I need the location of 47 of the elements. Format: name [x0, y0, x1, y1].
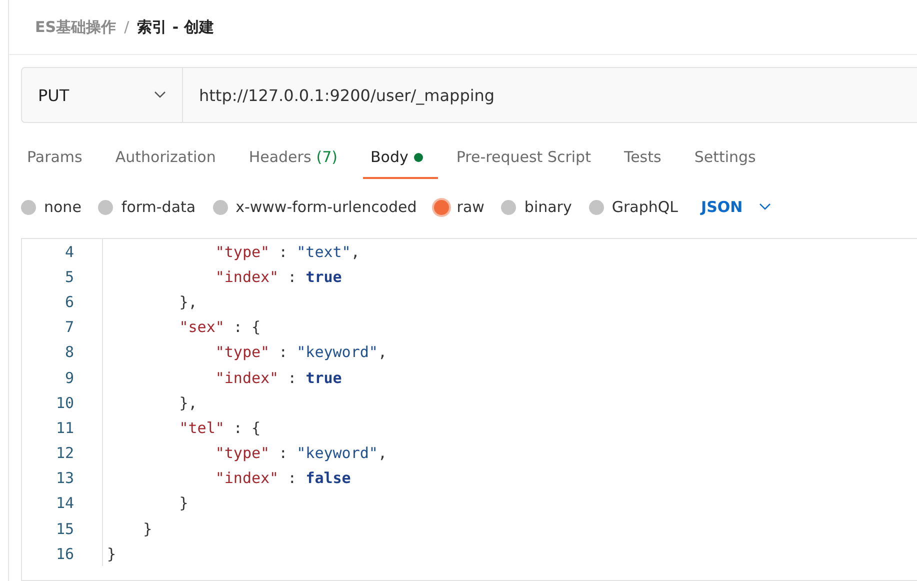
radio-option[interactable]: none [21, 198, 82, 216]
code-editor[interactable]: 4 "type" : "text", 5 "index" : true 6 }, 7 "sex" : { 8 "type" : "keyword", 9 "index" : true 10 }, 11 "tel" : { 12 "type" : "keyword", 13 "index" : false 14 } 15 } 16 } [21, 238, 917, 581]
breadcrumb-separator: / [124, 18, 130, 36]
url-field[interactable]: http://127.0.0.1:9200/user/_mapping [183, 67, 917, 123]
line-number: 4 [22, 239, 103, 264]
radio-option[interactable]: binary [501, 198, 572, 216]
line-number: 16 [22, 541, 103, 566]
line-number: 13 [22, 466, 103, 491]
tab[interactable]: Authorization [107, 137, 231, 179]
code-line: } [142, 520, 152, 538]
code-line: "type" : "keyword", [214, 444, 387, 462]
line-number: 12 [22, 440, 103, 466]
tab[interactable]: Body [362, 137, 438, 179]
line-number: 6 [22, 289, 103, 315]
line-number: 5 [22, 264, 103, 290]
chevron-down-icon [758, 203, 771, 211]
line-number: 8 [22, 340, 103, 365]
code-line: }, [178, 394, 198, 412]
code-line: "index" : true [214, 368, 342, 387]
tab[interactable]: Params [19, 137, 98, 179]
tab[interactable]: Settings [686, 137, 771, 179]
code-line: "type" : "text", [214, 242, 360, 261]
tab[interactable]: Headers (7) [240, 137, 353, 179]
line-number: 7 [22, 314, 103, 340]
code-line: "tel" : { [178, 418, 261, 437]
request-title: 索引 - 创建 [137, 18, 214, 36]
radio-option[interactable]: GraphQL [588, 198, 678, 216]
radio-option[interactable]: form-data [98, 198, 196, 216]
method-dropdown[interactable]: PUT [21, 67, 183, 123]
radio-option[interactable]: x-www-form-urlencoded [212, 198, 417, 216]
line-number: 14 [22, 490, 103, 516]
chevron-down-icon [154, 91, 166, 99]
radio-option[interactable]: raw [434, 198, 484, 216]
line-number: 11 [22, 415, 103, 440]
line-number: 9 [22, 364, 103, 390]
line-number: 15 [22, 516, 103, 542]
code-line: "type" : "keyword", [214, 343, 387, 362]
code-line: "index" : false [214, 469, 351, 488]
code-line: }, [178, 292, 198, 311]
code-line: "index" : true [214, 268, 342, 286]
line-number: 10 [22, 390, 103, 416]
code-line: } [106, 544, 116, 563]
tab[interactable]: Pre-request Script [448, 137, 606, 179]
code-line: "sex" : { [178, 318, 261, 336]
code-line: } [178, 494, 188, 512]
tab[interactable]: Tests [616, 137, 676, 179]
format-dropdown[interactable]: JSON [701, 198, 771, 216]
